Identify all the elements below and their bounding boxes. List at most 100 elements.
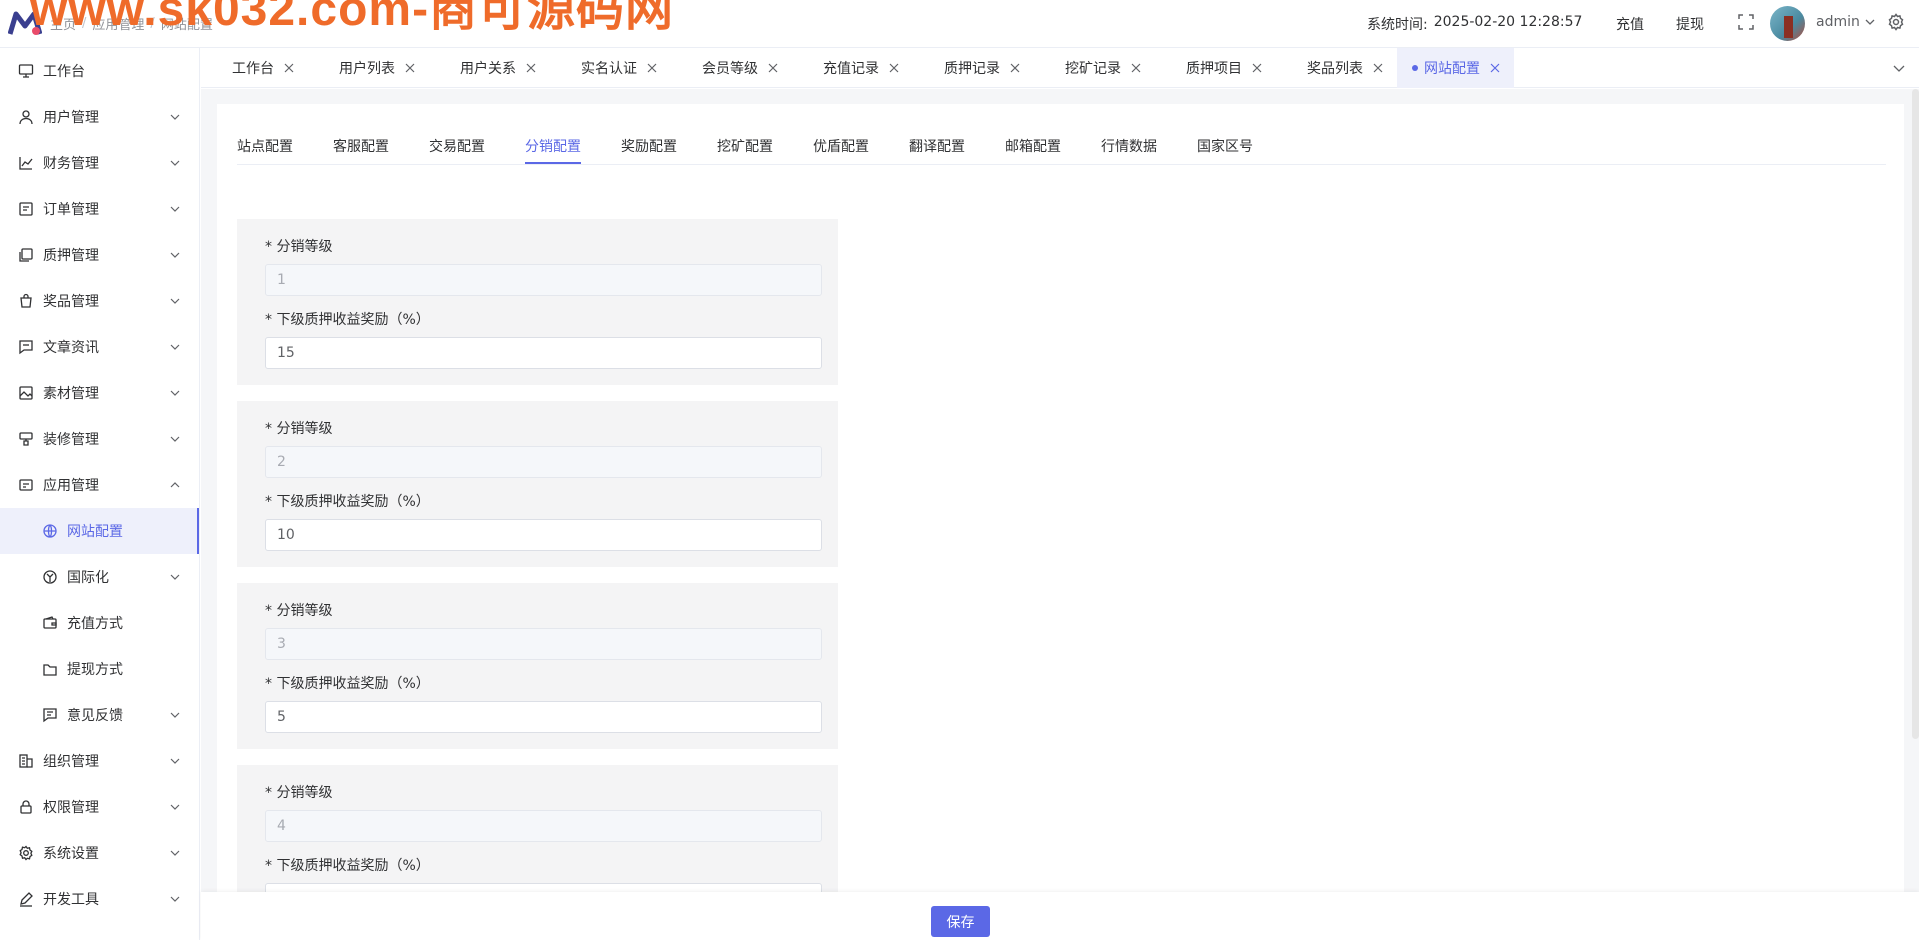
tab-staking-projects[interactable]: 质押项目 — [1155, 48, 1276, 88]
tab-prize-list[interactable]: 奖品列表 — [1276, 48, 1397, 88]
chevron-down-icon — [1865, 19, 1875, 25]
reward-input[interactable]: 15 — [265, 337, 822, 369]
tab-workbench[interactable]: 工作台 — [201, 48, 308, 88]
chevron-down-icon[interactable] — [1893, 62, 1905, 74]
save-button[interactable]: 保存 — [931, 906, 990, 937]
close-icon[interactable] — [1252, 63, 1262, 73]
close-icon[interactable] — [1131, 63, 1141, 73]
reward-input[interactable]: 5 — [265, 701, 822, 733]
app-icon — [19, 479, 33, 491]
sidebar-item-permissions[interactable]: 权限管理 — [0, 784, 199, 830]
close-icon[interactable] — [526, 63, 536, 73]
sidebar-item-dev-tools[interactable]: 开发工具 — [0, 876, 199, 922]
sidebar: 工作台 用户管理 财务管理 订单管理 质押管理 奖品管理 文章资讯 素材管理 装… — [0, 48, 200, 940]
sidebar-item-label: 装修管理 — [43, 432, 99, 448]
tab-mining-records[interactable]: 挖矿记录 — [1034, 48, 1155, 88]
feedback-icon — [43, 708, 57, 723]
sidebar-item-decoration[interactable]: 装修管理 — [0, 416, 199, 462]
close-icon[interactable] — [284, 63, 294, 73]
close-icon[interactable] — [1373, 63, 1383, 73]
tab-site-config[interactable]: 网站配置 — [1397, 48, 1514, 88]
tab-label: 会员等级 — [702, 61, 758, 77]
sidebar-item-system-settings[interactable]: 系统设置 — [0, 830, 199, 876]
chevron-down-icon — [170, 206, 180, 212]
subtab-udun[interactable]: 优盾配置 — [813, 136, 869, 156]
fullscreen-icon[interactable] — [1737, 13, 1755, 31]
tab-verification[interactable]: 实名认证 — [550, 48, 671, 88]
subtab-email[interactable]: 邮箱配置 — [1005, 136, 1061, 156]
sidebar-item-workbench[interactable]: 工作台 — [0, 48, 199, 94]
subtab-trade[interactable]: 交易配置 — [429, 136, 485, 156]
close-icon[interactable] — [768, 63, 778, 73]
sidebar-item-label: 质押管理 — [43, 248, 99, 264]
watermark: www.sk032.com-商可源码网 — [30, 0, 675, 36]
reward-label: * 下级质押收益奖励（%） — [265, 312, 430, 328]
tab-label: 工作台 — [232, 61, 274, 77]
close-icon[interactable] — [405, 63, 415, 73]
chevron-down-icon — [170, 436, 180, 442]
sidebar-item-prizes[interactable]: 奖品管理 — [0, 278, 199, 324]
sidebar-item-label: 奖品管理 — [43, 294, 99, 310]
building-icon — [19, 754, 33, 768]
sidebar-item-label: 网站配置 — [67, 524, 123, 540]
tab-user-relations[interactable]: 用户关系 — [429, 48, 550, 88]
top-header: 主页 / 应用管理 / 网站配置 www.sk032.com-商可源码网 系统时… — [0, 0, 1919, 48]
sidebar-item-recharge-methods[interactable]: 充值方式 — [0, 600, 199, 646]
chevron-down-icon — [170, 160, 180, 166]
sidebar-item-site-config[interactable]: 网站配置 — [0, 508, 199, 554]
vertical-scrollbar[interactable] — [1912, 89, 1919, 739]
sidebar-item-finance[interactable]: 财务管理 — [0, 140, 199, 186]
form-footer: 保存 — [201, 892, 1919, 940]
sidebar-item-articles[interactable]: 文章资讯 — [0, 324, 199, 370]
subtab-customer-service[interactable]: 客服配置 — [333, 136, 389, 156]
sidebar-item-orders[interactable]: 订单管理 — [0, 186, 199, 232]
system-time-label: 系统时间: — [1367, 17, 1428, 33]
close-icon[interactable] — [1490, 63, 1500, 73]
close-icon[interactable] — [1010, 63, 1020, 73]
reward-label: * 下级质押收益奖励（%） — [265, 494, 430, 510]
close-icon[interactable] — [889, 63, 899, 73]
sidebar-item-materials[interactable]: 素材管理 — [0, 370, 199, 416]
avatar[interactable] — [1770, 6, 1805, 41]
withdraw-link[interactable]: 提现 — [1676, 14, 1704, 34]
globe-icon — [43, 524, 57, 538]
chevron-down-icon — [170, 712, 180, 718]
subtab-translation[interactable]: 翻译配置 — [909, 136, 965, 156]
stack-icon — [19, 248, 33, 262]
subtab-distribution[interactable]: 分销配置 — [525, 136, 581, 156]
tab-member-levels[interactable]: 会员等级 — [671, 48, 792, 88]
sidebar-item-i18n[interactable]: 国际化 — [0, 554, 199, 600]
level-label: * 分销等级 — [265, 421, 333, 437]
brush-icon — [19, 432, 33, 446]
close-icon[interactable] — [647, 63, 657, 73]
subtab-market-data[interactable]: 行情数据 — [1101, 136, 1157, 156]
sidebar-item-staking[interactable]: 质押管理 — [0, 232, 199, 278]
user-menu[interactable]: admin — [1816, 14, 1876, 30]
sidebar-item-apps[interactable]: 应用管理 — [0, 462, 199, 508]
tab-label: 实名认证 — [581, 61, 637, 77]
sidebar-item-organization[interactable]: 组织管理 — [0, 738, 199, 784]
message-icon — [19, 340, 33, 355]
user-name: admin — [1816, 14, 1860, 30]
sidebar-item-users[interactable]: 用户管理 — [0, 94, 199, 140]
gear-icon — [19, 845, 33, 861]
gear-icon[interactable] — [1887, 13, 1905, 31]
sidebar-item-withdraw-methods[interactable]: 提现方式 — [0, 646, 199, 692]
chevron-down-icon — [170, 574, 180, 580]
subtab-rewards[interactable]: 奖励配置 — [621, 136, 677, 156]
pen-icon — [20, 892, 33, 907]
recharge-link[interactable]: 充值 — [1616, 14, 1644, 34]
subtab-country-codes[interactable]: 国家区号 — [1197, 136, 1253, 156]
level-label: * 分销等级 — [265, 239, 333, 255]
subtab-mining[interactable]: 挖矿配置 — [717, 136, 773, 156]
system-time: 系统时间: 2025-02-20 12:28:57 — [1367, 14, 1582, 34]
tab-staking-records[interactable]: 质押记录 — [913, 48, 1034, 88]
tab-user-list[interactable]: 用户列表 — [308, 48, 429, 88]
reward-input[interactable] — [265, 883, 822, 892]
subtab-site[interactable]: 站点配置 — [237, 136, 293, 156]
reward-input[interactable]: 10 — [265, 519, 822, 551]
sidebar-item-feedback[interactable]: 意见反馈 — [0, 692, 199, 738]
tab-recharge-records[interactable]: 充值记录 — [792, 48, 913, 88]
sidebar-item-label: 充值方式 — [67, 616, 123, 632]
chevron-up-icon — [170, 482, 180, 488]
